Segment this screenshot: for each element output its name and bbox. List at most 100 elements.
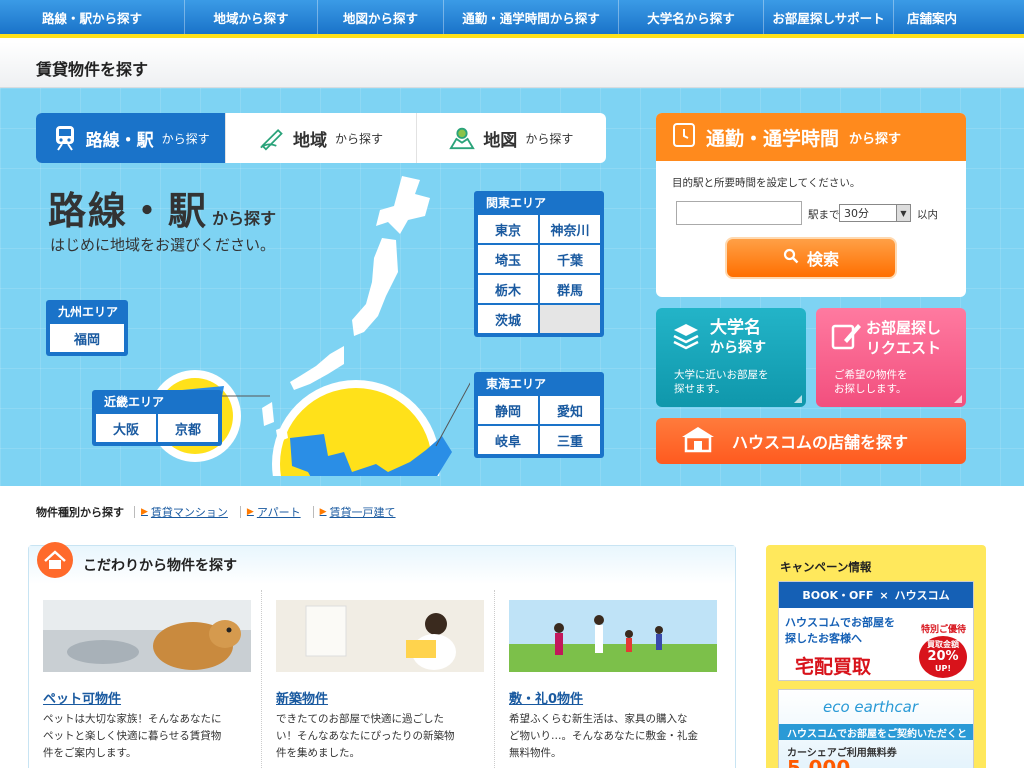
- pref-osaka[interactable]: 大阪: [96, 414, 156, 442]
- tab-label-sub: から探す: [161, 131, 210, 146]
- bookoff-campaign-banner[interactable]: BOOK・OFF × ハウスコム ハウスコムでお部屋を 探したお客様へ 特別ご優…: [778, 581, 974, 681]
- search-button-label: 検索: [806, 250, 839, 269]
- brand-housecom: ハウスコム: [894, 589, 950, 602]
- commute-search-panel: 通勤・通学時間 から探す 目的駅と所要時間を設定してください。 駅まで 30分 …: [656, 113, 966, 297]
- tile-title-1: 大学名: [710, 318, 761, 338]
- feature-card-desc: できたてのお部屋で快適に過ごした い！そんなあなたにぴったりの新築物 件を集めま…: [276, 711, 480, 762]
- banner-price: 5,000: [787, 756, 851, 768]
- nav-item[interactable]: 地図から探す: [318, 0, 444, 34]
- commute-search-button[interactable]: 検索: [725, 237, 897, 279]
- store-button-label: ハウスコムの店舗を探す: [732, 433, 909, 452]
- property-type-label: 物件種別から探す: [36, 506, 124, 519]
- pref-kanagawa[interactable]: 神奈川: [540, 215, 600, 243]
- desc-line: い！そんなあなたにぴったりの新築物: [276, 730, 455, 742]
- tile-title-1: お部屋探し: [866, 319, 942, 337]
- desc-line: 件をご案内します。: [43, 747, 137, 759]
- pref-mie[interactable]: 三重: [540, 426, 600, 454]
- feature-card-title[interactable]: ペット可物件: [43, 688, 247, 707]
- house-icon: [35, 540, 75, 580]
- arrow-right-icon: ▶: [319, 507, 327, 517]
- banner-header: BOOK・OFF × ハウスコム: [779, 582, 973, 608]
- top-nav: 路線・駅から探す 地域から探す 地図から探す 通勤・通学時間から探す 大学名から探す お部…: [0, 0, 1024, 38]
- time-select[interactable]: 30分 ▼: [839, 204, 911, 222]
- nav-item[interactable]: 大学名から探す: [619, 0, 764, 34]
- tab-label-sub: から探す: [334, 131, 383, 146]
- pref-tochigi[interactable]: 栃木: [478, 275, 538, 303]
- earthcar-campaign-banner[interactable]: eco earthcar ハウスコムでお部屋をご契約いただくと カーシェアご利用…: [778, 689, 974, 768]
- search-tabs: 路線・駅 から探す 地域 から探す 地図 から探す: [36, 113, 606, 163]
- feature-card-title[interactable]: 新築物件: [276, 688, 480, 707]
- pref-tokyo[interactable]: 東京: [478, 215, 538, 243]
- badge-percent: 20%: [927, 649, 959, 664]
- area-kyushu: 九州エリア 福岡: [46, 300, 128, 356]
- feature-card-title[interactable]: 敷・礼0物件: [509, 688, 714, 707]
- area-kinki: 近畿エリア 大阪 京都: [92, 390, 222, 446]
- nav-item[interactable]: お部屋探しサポート: [764, 0, 894, 34]
- tile-desc-2: お探しします。: [834, 383, 907, 395]
- campaign-sidebar: キャンペーン情報 BOOK・OFF × ハウスコム ハウスコムでお部屋を 探した…: [766, 545, 986, 768]
- shikoku-shape: [262, 402, 274, 426]
- badge-line: UP!: [934, 664, 951, 673]
- feature-card-no-deposit: 敷・礼0物件 希望ふくらむ新生活は、家具の購入な ど物いり…。そんなあなたに敷金…: [495, 590, 728, 768]
- nav-item[interactable]: 路線・駅から探す: [0, 0, 185, 34]
- nav-item[interactable]: 店舗案内: [894, 0, 970, 34]
- banner-headline: 宅配買取: [795, 656, 872, 678]
- desc-line: ペットは大切な家族！そんなあなたに: [43, 713, 222, 725]
- desc-line: できたてのお部屋で快適に過ごした: [276, 713, 444, 725]
- pref-gunma[interactable]: 群馬: [540, 275, 600, 303]
- pen-icon: [259, 125, 285, 151]
- pref-aichi[interactable]: 愛知: [540, 396, 600, 424]
- pref-ibaraki[interactable]: 茨城: [478, 305, 538, 333]
- tile-title-2: リクエスト: [866, 339, 942, 357]
- tab-label-sub: から探す: [525, 131, 574, 146]
- brand-bookoff: BOOK・OFF: [802, 589, 874, 602]
- desc-line: ペットと楽しく快適に暮らせる賃貸物: [43, 730, 222, 742]
- campaign-title: キャンペーン情報: [780, 560, 872, 574]
- area-tokai: 東海エリア 静岡 愛知 岐阜 三重: [474, 372, 604, 458]
- hero-search-panel: 路線・駅 から探す 地域 から探す 地図 から探す 路線・駅 から探す はじめに地…: [0, 88, 1024, 486]
- commute-title-sub: から探す: [849, 131, 902, 147]
- tab-region[interactable]: 地域 から探す: [226, 113, 417, 163]
- pref-kyoto[interactable]: 京都: [158, 414, 218, 442]
- station-label: 駅まで: [808, 209, 840, 221]
- commute-header: 通勤・通学時間 から探す: [656, 113, 966, 161]
- tile-desc-2: 探せます。: [674, 383, 726, 395]
- nav-item[interactable]: 地域から探す: [185, 0, 318, 34]
- pref-chiba[interactable]: 千葉: [540, 245, 600, 273]
- desc-line: 無料物件。: [509, 747, 562, 759]
- pref-saitama[interactable]: 埼玉: [478, 245, 538, 273]
- banner-line: 探したお客様へ: [785, 632, 862, 645]
- room-request-tile[interactable]: お部屋探し リクエスト ご希望の物件を お探しします。: [816, 308, 966, 407]
- feature-section-title: こだわりから物件を探す: [29, 546, 735, 584]
- tab-label-main: 地図: [483, 130, 518, 151]
- nav-item[interactable]: 通勤・通学時間から探す: [444, 0, 619, 34]
- area-title: 九州エリア: [58, 305, 119, 319]
- link-apartment[interactable]: ▶ アパート: [240, 504, 301, 520]
- station-input[interactable]: [676, 201, 802, 225]
- pref-shizuoka[interactable]: 静岡: [478, 396, 538, 424]
- tile-desc-1: 大学に近いお部屋を: [674, 369, 769, 381]
- times-sign: ×: [879, 588, 889, 602]
- commute-title-main: 通勤・通学時間: [706, 127, 840, 150]
- tab-route-station[interactable]: 路線・駅 から探す: [36, 113, 227, 163]
- time-select-value: 30分: [844, 207, 869, 220]
- pref-gifu[interactable]: 岐阜: [478, 426, 538, 454]
- arrow-right-icon: ▶: [141, 507, 148, 517]
- university-search-tile[interactable]: 大学名 から探す 大学に近いお部屋を 探せます。: [656, 308, 806, 407]
- earthcar-logo: eco earthcar: [823, 698, 919, 716]
- store-search-button[interactable]: ハウスコムの店舗を探す: [656, 418, 966, 464]
- woman-reading-photo: [276, 600, 484, 672]
- corner-arrow-icon: [954, 395, 962, 403]
- tab-map[interactable]: 地図 から探す: [417, 113, 606, 163]
- feature-search-section: こだわりから物件を探す ペット可物件 ペットは大切な家族！そんなあなたに ペット…: [28, 542, 736, 768]
- pref-fukuoka[interactable]: 福岡: [50, 324, 124, 352]
- map-pin-icon: [449, 125, 476, 151]
- link-detached-house[interactable]: ▶ 賃貸一戸建て: [313, 504, 396, 520]
- desc-line: 希望ふくらむ新生活は、家具の購入な: [509, 713, 688, 725]
- feature-card-new: 新築物件 できたてのお部屋で快適に過ごした い！そんなあなたにぴったりの新築物 …: [262, 590, 495, 768]
- corner-arrow-icon: [794, 395, 802, 403]
- link-rental-mansion[interactable]: ▶ 賃貸マンション: [134, 504, 228, 520]
- area-title: 東海エリア: [486, 377, 547, 391]
- store-icon: [678, 425, 718, 457]
- link-label: アパート: [256, 506, 301, 519]
